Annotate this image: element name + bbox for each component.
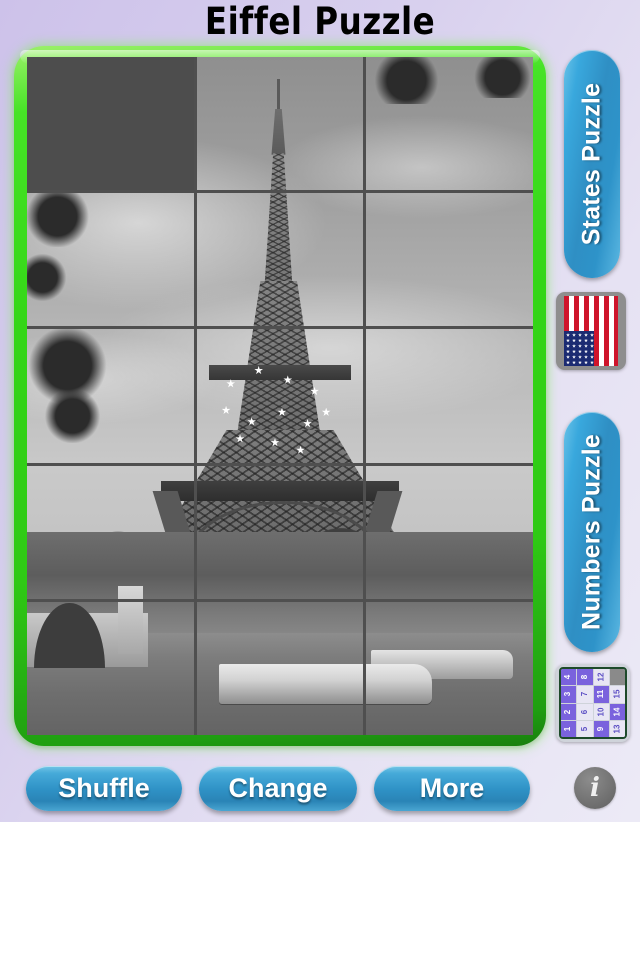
numbers-grid-cell xyxy=(609,669,625,686)
numbers-grid-cell: 6 xyxy=(577,703,593,720)
numbers-grid-cell: 15 xyxy=(609,686,625,703)
puzzle-tile[interactable] xyxy=(366,57,533,191)
numbers-grid-cell: 13 xyxy=(609,720,625,737)
puzzle-tile[interactable] xyxy=(196,465,364,599)
tile-image xyxy=(27,329,194,463)
numbers-grid-inner: 4 8 12 3 7 11 15 2 6 10 14 1 5 9 13 xyxy=(559,667,627,739)
numbers-grid-cell: 9 xyxy=(593,720,609,737)
tile-image xyxy=(366,57,533,191)
puzzle-tile[interactable] xyxy=(27,193,194,327)
tile-image xyxy=(27,601,194,735)
puzzle-tile[interactable] xyxy=(27,465,194,599)
puzzle-tile[interactable] xyxy=(196,57,364,191)
numbers-grid-cell: 3 xyxy=(561,686,577,703)
change-button[interactable]: Change xyxy=(199,766,357,811)
numbers-grid-cell: 11 xyxy=(593,686,609,703)
numbers-grid-cell: 8 xyxy=(577,669,593,686)
puzzle-app: Eiffel Puzzle States Puzzle Numbers Puzz… xyxy=(0,0,640,822)
tile-image xyxy=(196,329,364,463)
tile-image xyxy=(196,193,364,327)
puzzle-tile[interactable] xyxy=(196,601,364,735)
numbers-grid-cell: 1 xyxy=(561,720,577,737)
puzzle-tile-grid[interactable] xyxy=(27,57,533,735)
puzzle-tile[interactable] xyxy=(27,329,194,463)
puzzle-tile[interactable] xyxy=(196,193,364,327)
tile-image xyxy=(366,193,533,327)
numbers-puzzle-button[interactable]: Numbers Puzzle xyxy=(564,412,620,652)
us-flag-icon[interactable] xyxy=(556,292,626,370)
flag-canton xyxy=(564,331,594,366)
numbers-grid-cell: 7 xyxy=(577,686,593,703)
numbers-grid-cell: 2 xyxy=(561,703,577,720)
tile-image xyxy=(27,193,194,327)
shuffle-button[interactable]: Shuffle xyxy=(26,766,182,811)
numbers-grid-cell: 4 xyxy=(561,669,577,686)
numbers-grid-icon[interactable]: 4 8 12 3 7 11 15 2 6 10 14 1 5 9 13 xyxy=(556,664,630,742)
states-puzzle-label: States Puzzle xyxy=(577,82,606,246)
tile-image xyxy=(196,57,364,191)
tile-image xyxy=(27,465,194,599)
states-puzzle-button[interactable]: States Puzzle xyxy=(564,50,620,278)
more-button[interactable]: More xyxy=(374,766,530,811)
numbers-grid-cell: 10 xyxy=(593,703,609,720)
numbers-puzzle-label: Numbers Puzzle xyxy=(577,434,606,630)
puzzle-tile[interactable] xyxy=(366,465,533,599)
puzzle-frame xyxy=(14,46,546,746)
puzzle-tile[interactable] xyxy=(366,601,533,735)
numbers-grid-cell: 5 xyxy=(577,720,593,737)
puzzle-tile[interactable] xyxy=(366,329,533,463)
numbers-grid-cells: 4 8 12 3 7 11 15 2 6 10 14 1 5 9 13 xyxy=(561,669,625,737)
numbers-grid-cell: 12 xyxy=(593,669,609,686)
puzzle-tile[interactable] xyxy=(27,601,194,735)
page-title: Eiffel Puzzle xyxy=(204,0,436,43)
tile-image xyxy=(366,601,533,735)
numbers-grid-cell: 14 xyxy=(609,703,625,720)
tile-image xyxy=(366,465,533,599)
tile-image xyxy=(196,465,364,599)
tile-image xyxy=(366,329,533,463)
tile-image xyxy=(196,601,364,735)
puzzle-tile[interactable] xyxy=(196,329,364,463)
puzzle-tile[interactable] xyxy=(366,193,533,327)
puzzle-tile[interactable] xyxy=(27,57,194,191)
info-icon[interactable]: i xyxy=(574,767,616,809)
